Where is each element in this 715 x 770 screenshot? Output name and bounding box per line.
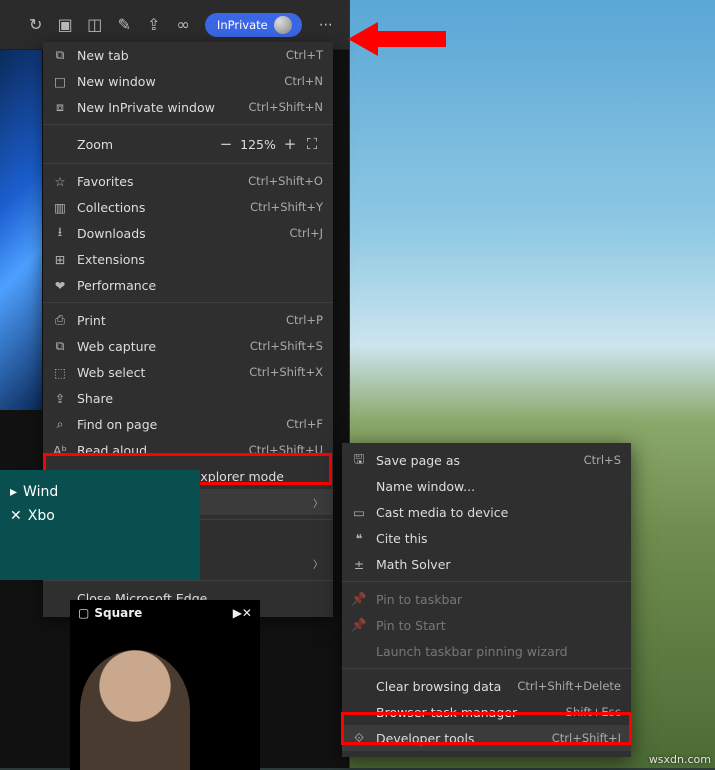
- more-tools-submenu: 🖫 Save page as Ctrl+S Name window... ▭ C…: [342, 443, 631, 757]
- blank-icon: [350, 643, 368, 659]
- watermark: wsxdn.com: [649, 753, 711, 766]
- page-background-strip: [0, 50, 42, 410]
- zoom-in-button[interactable]: +: [279, 133, 301, 155]
- extensions-icon: ⊞: [51, 251, 69, 267]
- fullscreen-button[interactable]: ⛶: [301, 133, 323, 155]
- inprivate-badge[interactable]: InPrivate: [205, 13, 302, 37]
- menu-separator: [342, 581, 631, 582]
- zoom-value: 125%: [237, 137, 279, 152]
- ad-image: [80, 650, 190, 770]
- submenu-pin-taskbar: 📌 Pin to taskbar: [342, 586, 631, 612]
- menu-separator: [43, 163, 333, 164]
- menu-zoom-row: Zoom − 125% + ⛶: [43, 129, 333, 159]
- save-icon: 🖫: [350, 452, 368, 468]
- download-icon: ⭳: [51, 225, 69, 241]
- pin-icon: 📌: [350, 617, 368, 633]
- ad-controls[interactable]: ▶✕: [233, 606, 252, 620]
- capture-icon: ⧉: [51, 338, 69, 354]
- menu-new-tab[interactable]: ⧉ New tab Ctrl+T: [43, 42, 333, 68]
- performance-icon: ❤: [51, 277, 69, 293]
- refresh-icon[interactable]: ↻: [28, 17, 43, 33]
- menu-read-aloud[interactable]: Aᵇ Read aloud Ctrl+Shift+U: [43, 437, 333, 463]
- zoom-label: Zoom: [51, 137, 215, 152]
- blank-icon: [350, 704, 368, 720]
- select-icon: ⬚: [51, 364, 69, 380]
- chevron-right-icon: 〉: [313, 495, 323, 510]
- pin-icon: 📌: [350, 591, 368, 607]
- menu-web-select[interactable]: ⬚ Web select Ctrl+Shift+X: [43, 359, 333, 385]
- submenu-save-as[interactable]: 🖫 Save page as Ctrl+S: [342, 447, 631, 473]
- print-icon: ⎙: [51, 312, 69, 328]
- share-icon[interactable]: ⇪: [146, 17, 161, 33]
- menu-collections[interactable]: ▥ Collections Ctrl+Shift+Y: [43, 194, 333, 220]
- menu-separator: [43, 124, 333, 125]
- submenu-cast[interactable]: ▭ Cast media to device: [342, 499, 631, 525]
- menu-new-inprivate[interactable]: ⧈ New InPrivate window Ctrl+Shift+N: [43, 94, 333, 120]
- math-icon: ±: [350, 556, 368, 572]
- menu-extensions[interactable]: ⊞ Extensions: [43, 246, 333, 272]
- menu-new-window[interactable]: □ New window Ctrl+N: [43, 68, 333, 94]
- star-icon: ☆: [51, 173, 69, 189]
- menu-performance[interactable]: ❤ Performance: [43, 272, 333, 298]
- submenu-developer-tools[interactable]: ⟐ Developer tools Ctrl+Shift+I: [342, 725, 631, 751]
- menu-print[interactable]: ⎙ Print Ctrl+P: [43, 307, 333, 333]
- menu-separator: [43, 302, 333, 303]
- square-icon: ▢: [78, 606, 89, 620]
- tabs-icon[interactable]: ▣: [57, 17, 72, 33]
- cite-icon: ❝: [350, 530, 368, 546]
- submenu-clear-data[interactable]: Clear browsing data Ctrl+Shift+Delete: [342, 673, 631, 699]
- menu-separator: [43, 580, 333, 581]
- ad-banner[interactable]: ▢Square ▶✕: [70, 600, 260, 770]
- more-menu-button[interactable]: ⋯: [316, 14, 337, 36]
- chevron-right-icon: 〉: [313, 556, 323, 571]
- blank-icon: [350, 478, 368, 494]
- collections-icon: ▥: [51, 199, 69, 215]
- submenu-task-manager[interactable]: Browser task manager Shift+Esc: [342, 699, 631, 725]
- menu-web-capture[interactable]: ⧉ Web capture Ctrl+Shift+S: [43, 333, 333, 359]
- zoom-out-button[interactable]: −: [215, 133, 237, 155]
- blank-icon: [350, 678, 368, 694]
- page-content-fragment: ▸Wind ✕Xbo: [0, 470, 200, 580]
- submenu-cite[interactable]: ❝ Cite this: [342, 525, 631, 551]
- blank-icon: [51, 590, 69, 606]
- inprivate-label: InPrivate: [217, 18, 268, 32]
- inprivate-icon: ⧈: [51, 99, 69, 115]
- menu-downloads[interactable]: ⭳ Downloads Ctrl+J: [43, 220, 333, 246]
- menu-favorites[interactable]: ☆ Favorites Ctrl+Shift+O: [43, 168, 333, 194]
- devtools-icon: ⟐: [350, 730, 368, 746]
- menu-separator: [342, 668, 631, 669]
- link-icon[interactable]: ∞: [175, 17, 190, 33]
- search-icon: ⌕: [51, 416, 69, 432]
- read-aloud-icon: Aᵇ: [51, 442, 69, 458]
- submenu-name-window[interactable]: Name window...: [342, 473, 631, 499]
- tab-icon: ⧉: [51, 47, 69, 63]
- cast-icon: ▭: [350, 504, 368, 520]
- menu-share[interactable]: ⇪ Share: [43, 385, 333, 411]
- share-icon: ⇪: [51, 390, 69, 406]
- menu-find[interactable]: ⌕ Find on page Ctrl+F: [43, 411, 333, 437]
- ad-brand: ▢Square: [78, 606, 142, 620]
- screenshot-icon[interactable]: ◫: [87, 17, 102, 33]
- window-icon: □: [51, 73, 69, 89]
- note-icon[interactable]: ✎: [116, 17, 131, 33]
- submenu-pin-start: 📌 Pin to Start: [342, 612, 631, 638]
- submenu-launch-wizard: Launch taskbar pinning wizard: [342, 638, 631, 664]
- submenu-math[interactable]: ± Math Solver: [342, 551, 631, 577]
- avatar: [274, 16, 292, 34]
